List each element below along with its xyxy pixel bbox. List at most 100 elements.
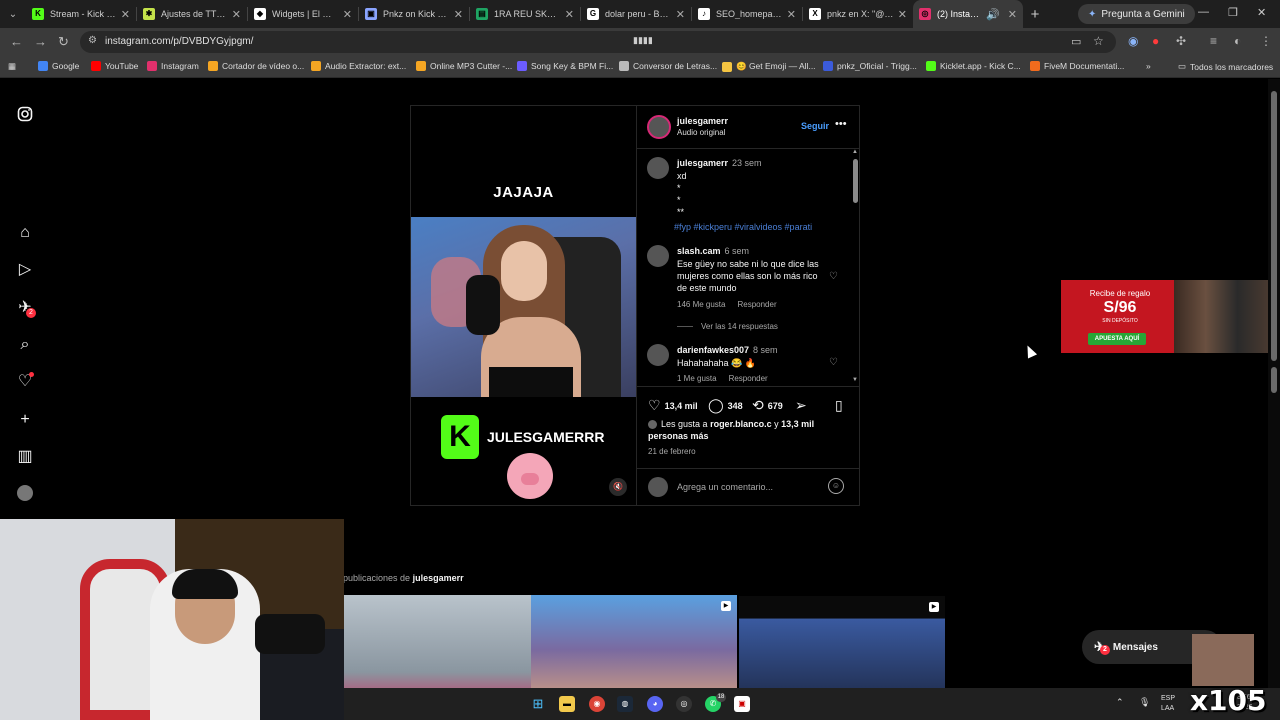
browser-tab[interactable]: Gdolar peru - Busc ✕ — [581, 0, 691, 28]
create-icon[interactable]: + — [16, 411, 34, 429]
bookmark-item[interactable]: FiveM Documentati... — [1030, 61, 1124, 71]
author-username[interactable]: julesgamerr — [677, 116, 728, 126]
gemini-button[interactable]: ✦ Pregunta a Gemini — [1078, 4, 1195, 24]
browser-tab[interactable]: ◆ Widgets | El mejor ✕ — [248, 0, 358, 28]
comment-user[interactable]: darienfawkes007 8 sem — [677, 345, 778, 355]
scroll-up-icon[interactable]: ▲ — [852, 149, 858, 155]
comment-button[interactable]: ◯ 348 — [708, 397, 743, 414]
caption-hashtags[interactable]: #fyp #kickperu #viralvideos #parati — [674, 222, 812, 232]
extension-red-icon[interactable]: ● — [1152, 34, 1159, 48]
instagram-icon[interactable] — [16, 106, 34, 124]
bookmark-item[interactable]: Instagram — [147, 61, 199, 71]
liker-username[interactable]: roger.blanco.c — [710, 419, 772, 429]
volume-icon[interactable]: 🔇 — [609, 478, 627, 496]
comments-scrollbar[interactable]: ▲ ▼ — [851, 149, 859, 385]
lang-bottom[interactable]: LAA — [1161, 705, 1174, 712]
comment-avatar[interactable] — [647, 245, 669, 267]
browser-menu-icon[interactable]: ⋮ — [1260, 34, 1272, 48]
bookmark-item[interactable]: Conversor de Letras... — [619, 61, 717, 71]
close-window-icon[interactable]: ✕ — [1257, 6, 1266, 19]
browser-tab[interactable]: K Stream - Kick Da ✕ — [26, 0, 136, 28]
new-tab-button[interactable]: + — [1023, 6, 1047, 23]
page-scrollbar[interactable] — [1268, 79, 1280, 720]
tab-close-icon[interactable]: ✕ — [565, 8, 574, 21]
profile-avatar-icon[interactable]: ◐ — [1234, 34, 1241, 48]
tab-close-icon[interactable]: ✕ — [898, 8, 907, 21]
browser-tab[interactable]: ▤ 1RA REU SKUERE ✕ — [470, 0, 580, 28]
browser-tab[interactable]: Xpnkz en X: "@EIZ ✕ — [803, 0, 913, 28]
browser-tab[interactable]: ✱ Ajustes de TTS de ✕ — [137, 0, 247, 28]
bookmark-item[interactable]: Kicklet.app - Kick C... — [926, 61, 1021, 71]
tab-close-icon[interactable]: ✕ — [787, 8, 796, 21]
app-icon[interactable]: ▣ — [734, 696, 750, 712]
obs-icon[interactable]: ◎ — [676, 696, 692, 712]
back-icon[interactable]: ← — [10, 34, 23, 49]
all-bookmarks-button[interactable]: ▭ Todos los marcadores — [1178, 61, 1273, 72]
post-date[interactable]: 21 de febrero — [648, 447, 696, 456]
author-avatar[interactable] — [647, 115, 671, 139]
save-button[interactable]: ▯ — [835, 397, 843, 414]
follow-button[interactable]: Seguir — [801, 121, 829, 131]
comment-user[interactable]: slash.cam 6 sem — [677, 246, 749, 256]
comment-avatar[interactable] — [647, 344, 669, 366]
tab-close-icon[interactable]: ✕ — [676, 8, 685, 21]
bookmark-item[interactable]: Google — [38, 61, 79, 71]
reels-icon[interactable]: ▷ — [16, 261, 34, 279]
bookmark-item[interactable]: Online MP3 Cutter -... — [416, 61, 512, 71]
comment-like-icon[interactable]: ♡ — [829, 271, 838, 282]
tab-close-icon[interactable]: ✕ — [1008, 8, 1017, 21]
scroll-thumb[interactable] — [853, 159, 858, 203]
browser-tab[interactable]: ♪ SEO_homepage_ ✕ — [692, 0, 802, 28]
comment-input[interactable] — [677, 478, 817, 496]
discord-icon[interactable]: ◕ — [647, 696, 663, 712]
view-replies-button[interactable]: Ver las 14 respuestas — [677, 322, 778, 331]
bookmark-item[interactable]: 😊 Get Emoji — All... — [722, 61, 816, 72]
search-icon[interactable]: ⌕ — [16, 336, 34, 354]
bookmark-item[interactable]: Cortador de vídeo o... — [208, 61, 304, 71]
ad-cta-button[interactable]: APUESTA AQUÍ — [1088, 333, 1146, 345]
forward-icon[interactable]: → — [34, 34, 47, 49]
media-controls-icon[interactable]: ≡ — [1210, 34, 1217, 48]
share-button[interactable]: ➢ — [795, 397, 807, 414]
bookmark-item[interactable]: pnkz_Oficial - Trigg... — [823, 61, 917, 71]
reload-icon[interactable]: ↻ — [58, 34, 69, 50]
browser-tab[interactable]: ◎ (2) Instagram 🔊 ✕ — [913, 0, 1023, 28]
extension-voice-icon[interactable]: ◉ — [1128, 34, 1138, 48]
reply-button[interactable]: Responder — [729, 374, 768, 383]
steam-icon[interactable]: ◍ — [617, 696, 633, 712]
home-icon[interactable]: ⌂ — [16, 224, 34, 242]
site-info-icon[interactable]: ⚙ — [88, 35, 97, 46]
start-icon[interactable]: ⊞ — [530, 696, 546, 712]
scroll-down-icon[interactable]: ▼ — [852, 377, 858, 383]
bookmark-item[interactable]: Song Key & BPM Fi... — [517, 61, 613, 71]
like-button[interactable]: ♡ 13,4 mil — [648, 397, 698, 414]
more-posts-user[interactable]: julesgamerr — [413, 573, 464, 583]
more-options-icon[interactable]: ••• — [835, 118, 847, 130]
tab-close-icon[interactable]: ✕ — [343, 8, 352, 21]
comment-likes[interactable]: 146 Me gusta — [677, 300, 725, 309]
file-explorer-icon[interactable]: ▬ — [559, 696, 575, 712]
tab-close-icon[interactable]: ✕ — [232, 8, 241, 21]
dashboard-icon[interactable]: ▥ — [16, 448, 34, 466]
comment-like-icon[interactable]: ♡ — [829, 357, 838, 368]
cast-icon[interactable]: ▭ — [1071, 35, 1081, 48]
extensions-puzzle-icon[interactable]: ✣ — [1176, 34, 1186, 48]
chrome-icon[interactable]: ◉ — [589, 696, 605, 712]
bookmark-star-icon[interactable]: ☆ — [1093, 34, 1104, 48]
bookmark-item[interactable]: Audio Extractor: ext... — [311, 61, 406, 71]
mic-tray-icon[interactable]: 🎙 — [1139, 697, 1150, 708]
emoji-picker-icon[interactable]: ☺ — [828, 478, 844, 494]
caption-avatar[interactable] — [647, 157, 669, 179]
bookmarks-overflow-button[interactable]: » — [1146, 61, 1151, 71]
caption-user[interactable]: julesgamerr 23 sem — [677, 158, 762, 168]
repost-button[interactable]: ⟲ 679 — [752, 397, 783, 414]
tab-audio-icon[interactable]: 🔊 — [986, 8, 1000, 21]
apps-grid-icon[interactable]: ▦ — [8, 61, 16, 72]
bookmark-item[interactable]: YouTube — [91, 61, 138, 71]
post-video[interactable]: JAJAJA K JULESGAMERRR 🔇 — [411, 106, 636, 505]
profile-avatar[interactable] — [16, 485, 34, 503]
whatsapp-icon[interactable]: ✆ 18 — [705, 693, 726, 712]
page-scroll-thumb[interactable] — [1271, 91, 1277, 361]
lang-top[interactable]: ESP — [1161, 695, 1175, 702]
address-bar[interactable]: ⚙ instagram.com/p/DVBDYGyjpgm/ ▮▮▮▮ ▭ ☆ — [80, 31, 1116, 53]
